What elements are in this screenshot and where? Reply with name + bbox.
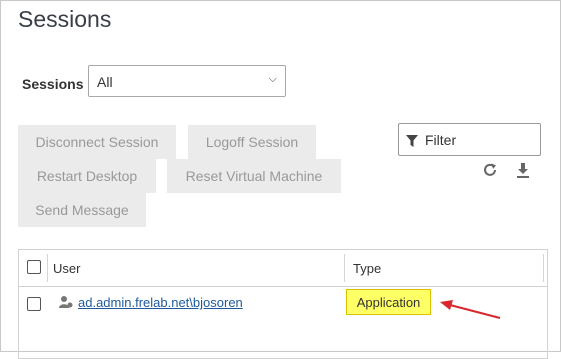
filter-icon — [406, 134, 418, 152]
annotation-arrow-icon — [440, 300, 501, 319]
column-header-type[interactable]: Type — [353, 261, 381, 276]
filter-placeholder: Filter — [425, 132, 457, 148]
restart-desktop-button[interactable]: Restart Desktop — [18, 159, 156, 193]
send-message-button[interactable]: Send Message — [18, 193, 146, 227]
download-icon[interactable] — [515, 161, 531, 179]
disconnect-session-button[interactable]: Disconnect Session — [18, 125, 176, 159]
filter-input[interactable]: Filter — [398, 123, 541, 156]
column-divider — [543, 254, 544, 282]
type-cell-highlighted: Application — [346, 289, 431, 315]
sessions-filter-select[interactable]: All ⌵ — [88, 65, 286, 97]
row-checkbox[interactable] — [27, 297, 41, 311]
select-all-checkbox[interactable] — [27, 260, 41, 274]
sessions-filter-label: Sessions — [22, 76, 84, 92]
sessions-filter-value: All — [97, 74, 113, 90]
chevron-down-icon: ⌵ — [268, 73, 277, 85]
table-header: User Type — [19, 250, 547, 287]
logoff-session-button[interactable]: Logoff Session — [188, 125, 316, 159]
user-icon — [59, 295, 73, 314]
column-header-user[interactable]: User — [53, 261, 80, 276]
column-divider — [47, 254, 48, 282]
reset-virtual-machine-button[interactable]: Reset Virtual Machine — [167, 159, 341, 193]
column-divider — [344, 254, 345, 282]
refresh-icon[interactable] — [482, 161, 498, 179]
user-link[interactable]: ad.admin.frelab.net\bjosoren — [78, 295, 243, 310]
page-title: Sessions — [18, 6, 112, 32]
